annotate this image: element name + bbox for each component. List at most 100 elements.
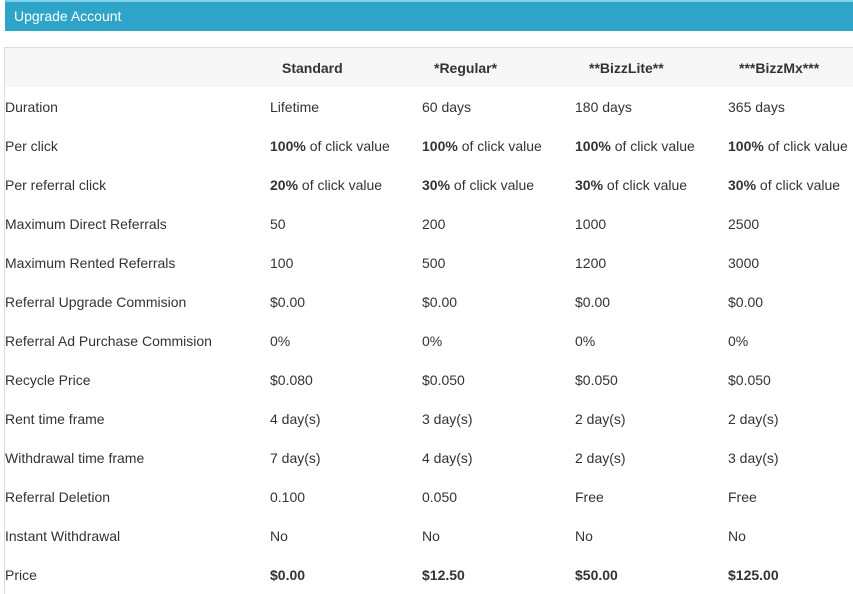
- row-label: Recycle Price: [5, 371, 91, 388]
- cell-value: 0.100: [270, 488, 306, 505]
- cell-regular: 30% of click value: [422, 165, 575, 204]
- row-label: Referral Ad Purchase Commision: [5, 332, 212, 349]
- header-standard: Standard: [282, 59, 343, 76]
- cell-value: 2 day(s): [575, 410, 626, 427]
- cell-value: 60 days: [422, 98, 472, 115]
- cell-standard: $0.00: [270, 282, 422, 321]
- panel-title: Upgrade Account: [14, 8, 122, 24]
- cell-regular: $0.050: [422, 360, 575, 399]
- table-body: Duration Lifetime 60 days 180 days 365 days P…: [5, 87, 853, 594]
- cell-regular: 100% of click value: [422, 126, 575, 165]
- cell-standard: 4 day(s): [270, 399, 422, 438]
- cell-bizzlite: 1000: [575, 204, 728, 243]
- cell-bizzmx: 2 day(s): [728, 399, 853, 438]
- cell-bizzlite: $0.050: [575, 360, 728, 399]
- cell-bizzlite: 180 days: [575, 87, 728, 126]
- table-row: Rent time frame 4 day(s) 3 day(s) 2 day(s) 2…: [5, 399, 853, 438]
- cell-standard: 100: [270, 243, 422, 282]
- cell-bizzlite: 2 day(s): [575, 438, 728, 477]
- row-label: Maximum Rented Referrals: [5, 254, 176, 271]
- cell-value: 4 day(s): [270, 410, 321, 427]
- cell-value: 0%: [575, 332, 596, 349]
- cell-value: 500: [422, 254, 446, 271]
- cell-standard: 20% of click value: [270, 165, 422, 204]
- cell-value: 7 day(s): [270, 449, 321, 466]
- cell-value: $0.050: [422, 371, 465, 388]
- cell-value: 0%: [270, 332, 291, 349]
- cell-strong-value: 30%: [728, 176, 757, 193]
- cell-regular: 60 days: [422, 87, 575, 126]
- cell-bizzmx: 30% of click value: [728, 165, 853, 204]
- row-label: Maximum Direct Referrals: [5, 215, 167, 232]
- cell-value: $0.00: [422, 293, 458, 310]
- cell-value: 3 day(s): [728, 449, 779, 466]
- cell-regular: 0%: [422, 321, 575, 360]
- cell-bizzmx: 3000: [728, 243, 853, 282]
- cell-standard: 100% of click value: [270, 126, 422, 165]
- cell-value: of click value: [298, 176, 383, 193]
- cell-strong-value: 100%: [422, 137, 458, 154]
- cell-regular: No: [422, 516, 575, 555]
- cell-strong-value: $12.50: [422, 566, 465, 583]
- cell-value: No: [575, 527, 593, 544]
- row-label: Referral Deletion: [5, 488, 111, 505]
- cell-value: of click value: [610, 137, 695, 154]
- cell-strong-value: 30%: [575, 176, 604, 193]
- cell-value: No: [270, 527, 288, 544]
- row-label: Per click: [5, 137, 58, 154]
- cell-value: 3 day(s): [422, 410, 473, 427]
- row-label: Per referral click: [5, 176, 107, 193]
- cell-bizzmx: No: [728, 516, 853, 555]
- cell-value: $0.00: [575, 293, 611, 310]
- cell-standard: 7 day(s): [270, 438, 422, 477]
- cell-value: 0%: [728, 332, 749, 349]
- cell-value: 180 days: [575, 98, 632, 115]
- cell-value: 50: [270, 215, 286, 232]
- table-row: Maximum Rented Referrals 100 500 1200 3000: [5, 243, 853, 282]
- table-row: Referral Deletion 0.100 0.050 Free Free: [5, 477, 853, 516]
- table-row: Instant Withdrawal No No No No: [5, 516, 853, 555]
- panel-heading: Upgrade Account: [5, 0, 853, 31]
- cell-value: 365 days: [728, 98, 785, 115]
- cell-value: $0.050: [575, 371, 618, 388]
- cell-strong-value: 30%: [422, 176, 451, 193]
- cell-value: of click value: [305, 137, 390, 154]
- row-label: Instant Withdrawal: [5, 527, 121, 544]
- table-row: Recycle Price $0.080 $0.050 $0.050 $0.050: [5, 360, 853, 399]
- cell-bizzmx: $125.00: [728, 555, 853, 594]
- cell-value: of click value: [603, 176, 688, 193]
- cell-value: No: [728, 527, 746, 544]
- cell-strong-value: $0.00: [270, 566, 306, 583]
- table-row: Price $0.00 $12.50 $50.00 $125.00: [5, 555, 853, 594]
- row-label: Withdrawal time frame: [5, 449, 145, 466]
- cell-value: 1200: [575, 254, 607, 271]
- cell-bizzmx: 0%: [728, 321, 853, 360]
- cell-strong-value: $125.00: [728, 566, 779, 583]
- cell-value: 2 day(s): [728, 410, 779, 427]
- row-label: Rent time frame: [5, 410, 105, 427]
- cell-value: 200: [422, 215, 446, 232]
- cell-value: $0.00: [270, 293, 306, 310]
- cell-bizzlite: $50.00: [575, 555, 728, 594]
- cell-value: Lifetime: [270, 98, 320, 115]
- cell-bizzlite: 30% of click value: [575, 165, 728, 204]
- cell-value: of click value: [756, 176, 841, 193]
- table-header-row: Standard *Regular* **BizzLite** ***BizzM…: [5, 48, 853, 87]
- cell-value: $0.080: [270, 371, 313, 388]
- cell-value: of click value: [450, 176, 535, 193]
- cell-standard: $0.00: [270, 555, 422, 594]
- membership-comparison-table: Standard *Regular* **BizzLite** ***BizzM…: [4, 47, 853, 594]
- cell-value: Free: [575, 488, 604, 505]
- cell-regular: $0.00: [422, 282, 575, 321]
- row-label: Referral Upgrade Commision: [5, 293, 187, 310]
- table-row: Referral Upgrade Commision $0.00 $0.00 $0.0…: [5, 282, 853, 321]
- table-row: Maximum Direct Referrals 50 200 1000 2500: [5, 204, 853, 243]
- cell-strong-value: 20%: [270, 176, 299, 193]
- cell-regular: 3 day(s): [422, 399, 575, 438]
- cell-value: 0%: [422, 332, 443, 349]
- cell-value: 2500: [728, 215, 760, 232]
- header-empty: [5, 48, 270, 87]
- table-row: Per click 100% of click value 100% of clic…: [5, 126, 853, 165]
- cell-strong-value: 100%: [728, 137, 764, 154]
- cell-value: $0.050: [728, 371, 771, 388]
